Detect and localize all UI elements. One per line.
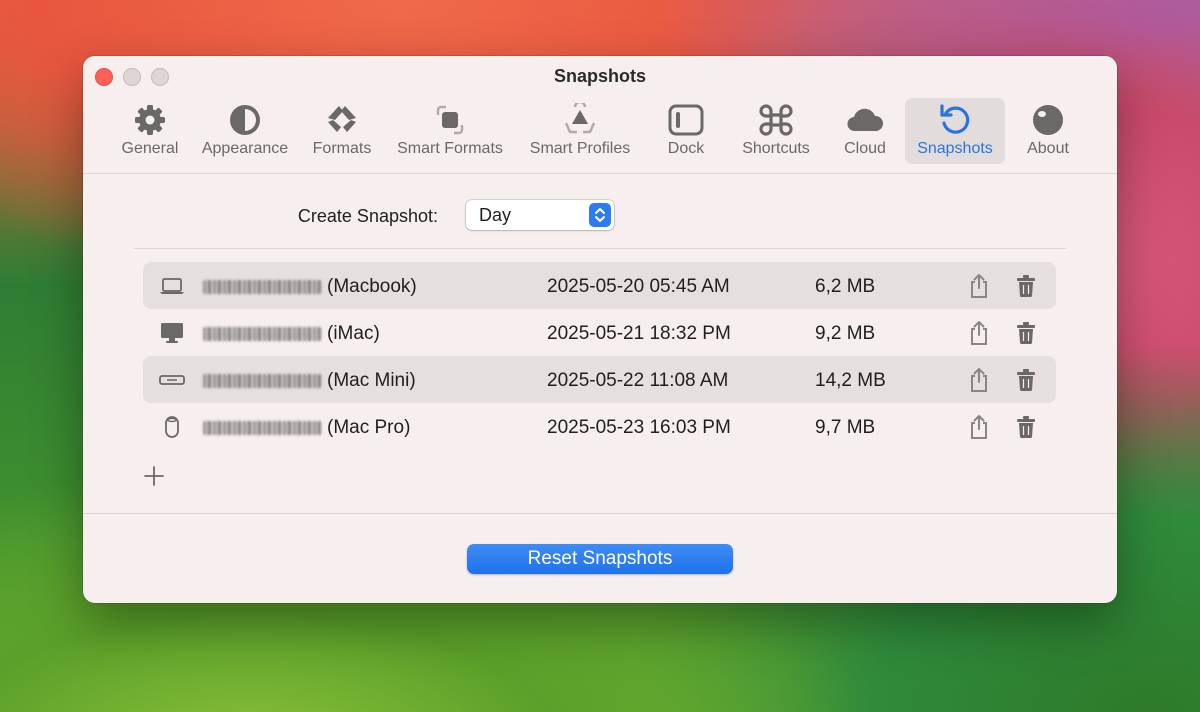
snapshot-name: (Macbook)	[203, 276, 417, 298]
snapshot-date: 2025-05-22 11:08 AM	[547, 370, 729, 391]
tab-dock[interactable]: Dock	[645, 98, 727, 164]
tab-general-label: General	[121, 140, 179, 157]
tab-about[interactable]: About	[1005, 98, 1091, 164]
share-icon[interactable]	[967, 320, 991, 346]
smart-profiles-icon	[560, 102, 600, 138]
snapshot-size: 9,7 MB	[815, 417, 876, 438]
redacted-text	[203, 374, 321, 388]
snapshot-name: (iMac)	[203, 323, 380, 345]
preferences-window: Snapshots General Appearance Formats Sma…	[83, 56, 1117, 603]
share-icon[interactable]	[967, 367, 991, 393]
snapshot-device-label: (iMac)	[327, 323, 380, 344]
tab-about-label: About	[1027, 140, 1069, 157]
create-snapshot-value: Day	[479, 205, 512, 225]
tab-smart-profiles-label: Smart Profiles	[529, 140, 631, 157]
preferences-toolbar: General Appearance Formats Smart Formats	[109, 98, 1091, 164]
snapshot-device-label: (Mac Pro)	[327, 417, 411, 438]
tab-snapshots[interactable]: Snapshots	[905, 98, 1005, 164]
divider	[134, 248, 1066, 249]
imac-icon	[158, 321, 186, 345]
snapshot-list: (Macbook) 2025-05-20 05:45 AM 6,2 MB (iM…	[143, 262, 1056, 450]
trash-icon[interactable]	[1015, 415, 1037, 439]
snapshot-device-label: (Macbook)	[327, 276, 417, 297]
restore-icon	[935, 102, 975, 138]
add-snapshot-icon[interactable]	[142, 464, 166, 488]
tab-smart-profiles[interactable]: Smart Profiles	[515, 98, 645, 164]
smart-formats-icon	[430, 102, 470, 138]
footer: Reset Snapshots	[83, 513, 1117, 603]
snapshot-name: (Mac Pro)	[203, 417, 410, 439]
mac-pro-icon	[158, 415, 186, 439]
tab-appearance[interactable]: Appearance	[191, 98, 299, 164]
snapshot-row-mac-pro[interactable]: (Mac Pro) 2025-05-23 16:03 PM 9,7 MB	[143, 403, 1056, 450]
reset-snapshots-button[interactable]: Reset Snapshots	[467, 544, 733, 574]
snapshot-size: 14,2 MB	[815, 370, 886, 391]
mac-mini-icon	[158, 368, 186, 392]
tab-general[interactable]: General	[109, 98, 191, 164]
trash-icon[interactable]	[1015, 274, 1037, 298]
tab-formats[interactable]: Formats	[299, 98, 385, 164]
snapshot-date: 2025-05-21 18:32 PM	[547, 323, 731, 344]
snapshot-row-mac-mini[interactable]: (Mac Mini) 2025-05-22 11:08 AM 14,2 MB	[143, 356, 1056, 403]
cloud-icon	[845, 102, 885, 138]
tab-dock-label: Dock	[667, 140, 705, 157]
tab-shortcuts-label: Shortcuts	[742, 140, 810, 157]
snapshot-name: (Mac Mini)	[203, 370, 416, 392]
snapshot-date: 2025-05-23 16:03 PM	[547, 417, 731, 438]
laptop-icon	[158, 274, 186, 298]
share-icon[interactable]	[967, 414, 991, 440]
chevron-updown-icon	[589, 203, 611, 227]
snapshot-device-label: (Mac Mini)	[327, 370, 416, 391]
gear-icon	[130, 102, 170, 138]
tab-cloud[interactable]: Cloud	[825, 98, 905, 164]
tab-formats-label: Formats	[312, 140, 372, 157]
half-circle-icon	[225, 102, 265, 138]
trash-icon[interactable]	[1015, 368, 1037, 392]
titlebar: Snapshots General Appearance Formats Sma…	[83, 56, 1117, 174]
snapshot-row-imac[interactable]: (iMac) 2025-05-21 18:32 PM 9,2 MB	[143, 309, 1056, 356]
create-snapshot-select[interactable]: Day	[466, 200, 614, 230]
snapshot-row-macbook[interactable]: (Macbook) 2025-05-20 05:45 AM 6,2 MB	[143, 262, 1056, 309]
tab-smart-formats-label: Smart Formats	[397, 140, 503, 157]
redacted-text	[203, 421, 321, 435]
snapshot-size: 6,2 MB	[815, 276, 876, 297]
create-snapshot-label: Create Snapshot:	[297, 206, 438, 226]
redacted-text	[203, 280, 321, 294]
create-snapshot-row: Create Snapshot: Day	[83, 200, 1117, 232]
snapshot-size: 9,2 MB	[815, 323, 876, 344]
tab-cloud-label: Cloud	[844, 140, 886, 157]
dock-icon	[666, 102, 706, 138]
window-title: Snapshots	[553, 66, 646, 86]
share-icon[interactable]	[967, 273, 991, 299]
redacted-text	[203, 327, 321, 341]
tab-appearance-label: Appearance	[201, 140, 289, 157]
sphere-icon	[1028, 102, 1068, 138]
trash-icon[interactable]	[1015, 321, 1037, 345]
snapshot-date: 2025-05-20 05:45 AM	[547, 276, 730, 297]
formats-icon	[322, 102, 362, 138]
tab-shortcuts[interactable]: Shortcuts	[727, 98, 825, 164]
command-icon	[756, 102, 796, 138]
snapshots-pane: Create Snapshot: Day (Macbook) 2025-05-2…	[83, 174, 1117, 512]
tab-smart-formats[interactable]: Smart Formats	[385, 98, 515, 164]
tab-snapshots-label: Snapshots	[917, 140, 993, 157]
